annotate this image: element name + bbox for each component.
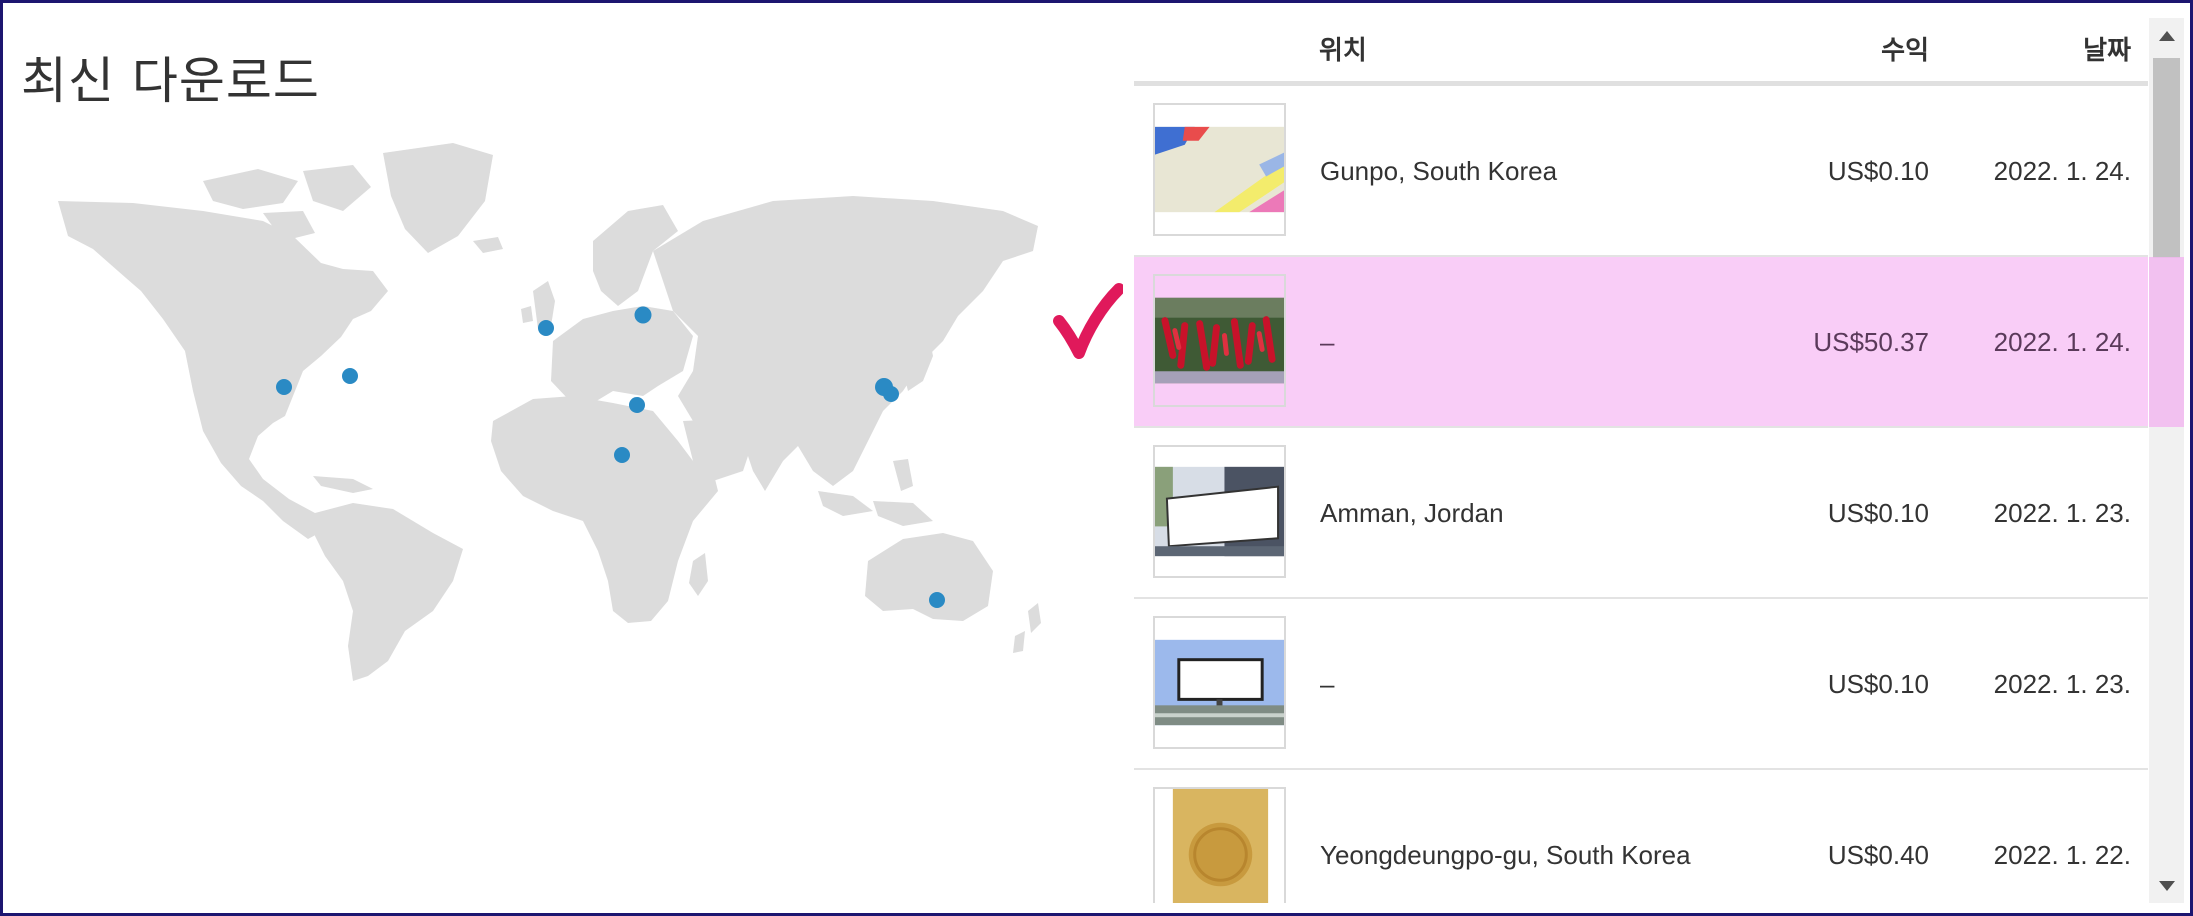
downloads-table: 위치 수익 날짜 Gunpo, South Korea US$0.10 2022… xyxy=(1134,18,2149,903)
map-marker-usa-central[interactable] xyxy=(276,379,292,395)
revenue-cell: US$0.10 xyxy=(1827,156,1929,186)
checkmark-icon xyxy=(1053,283,1125,363)
table-row[interactable]: Amman, Jordan US$0.10 2022. 1. 23. xyxy=(1134,428,2148,599)
map-marker-uk[interactable] xyxy=(538,320,554,336)
map-marker-korea-south[interactable] xyxy=(883,386,899,402)
location-cell: Amman, Jordan xyxy=(1320,498,1504,528)
date-cell: 2022. 1. 22. xyxy=(1993,840,2131,870)
header-date[interactable]: 날짜 xyxy=(2083,30,2131,67)
revenue-cell: US$50.37 xyxy=(1813,327,1929,357)
arrow-down-icon[interactable] xyxy=(2149,868,2184,903)
map-marker-russia[interactable] xyxy=(634,306,652,324)
location-cell: Gunpo, South Korea xyxy=(1320,156,1558,186)
colorful-paper-image[interactable] xyxy=(1153,103,1286,236)
scrollbar-selection-highlight xyxy=(2149,257,2184,427)
table-scrollbar[interactable] xyxy=(2149,18,2184,903)
billboard-building-image[interactable] xyxy=(1153,445,1286,578)
map-marker-australia[interactable] xyxy=(929,592,945,608)
table-row[interactable]: Gunpo, South Korea US$0.10 2022. 1. 24. xyxy=(1134,86,2148,257)
location-cell: – xyxy=(1320,669,1335,699)
table-row[interactable]: – US$0.10 2022. 1. 23. xyxy=(1134,599,2148,770)
red-pepper-field-image[interactable] xyxy=(1153,274,1286,407)
map-marker-usa-east[interactable] xyxy=(342,368,358,384)
world-map-svg xyxy=(58,143,1041,681)
header-location[interactable]: 위치 xyxy=(1319,30,1367,67)
revenue-cell: US$0.40 xyxy=(1827,840,1929,870)
gold-coin-image[interactable] xyxy=(1153,787,1286,903)
scrollbar-thumb[interactable] xyxy=(2153,58,2180,258)
page-title: 최신 다운로드 xyxy=(21,52,320,110)
location-cell: Yeongdeungpo-gu, South Korea xyxy=(1320,840,1691,870)
app-frame: 최신 다운로드 위치 수익 날짜 Gunpo, South Korea US$0… xyxy=(0,0,2193,916)
location-cell: – xyxy=(1320,327,1335,357)
header-revenue[interactable]: 수익 xyxy=(1881,30,1929,67)
revenue-cell: US$0.10 xyxy=(1827,669,1929,699)
billboard-sky-image[interactable] xyxy=(1153,616,1286,749)
table-row[interactable]: Yeongdeungpo-gu, South Korea US$0.40 202… xyxy=(1134,770,2148,903)
date-cell: 2022. 1. 24. xyxy=(1993,156,2131,186)
table-row-selected[interactable]: – US$50.37 2022. 1. 24. xyxy=(1134,257,2148,428)
arrow-up-icon[interactable] xyxy=(2149,18,2184,53)
world-map xyxy=(53,141,1043,681)
date-cell: 2022. 1. 23. xyxy=(1993,498,2131,528)
map-land xyxy=(58,143,1041,681)
map-marker-sudan[interactable] xyxy=(614,447,630,463)
date-cell: 2022. 1. 24. xyxy=(1993,327,2131,357)
map-marker-egypt[interactable] xyxy=(629,397,645,413)
date-cell: 2022. 1. 23. xyxy=(1993,669,2131,699)
table-header: 위치 수익 날짜 xyxy=(1134,18,2148,86)
revenue-cell: US$0.10 xyxy=(1827,498,1929,528)
